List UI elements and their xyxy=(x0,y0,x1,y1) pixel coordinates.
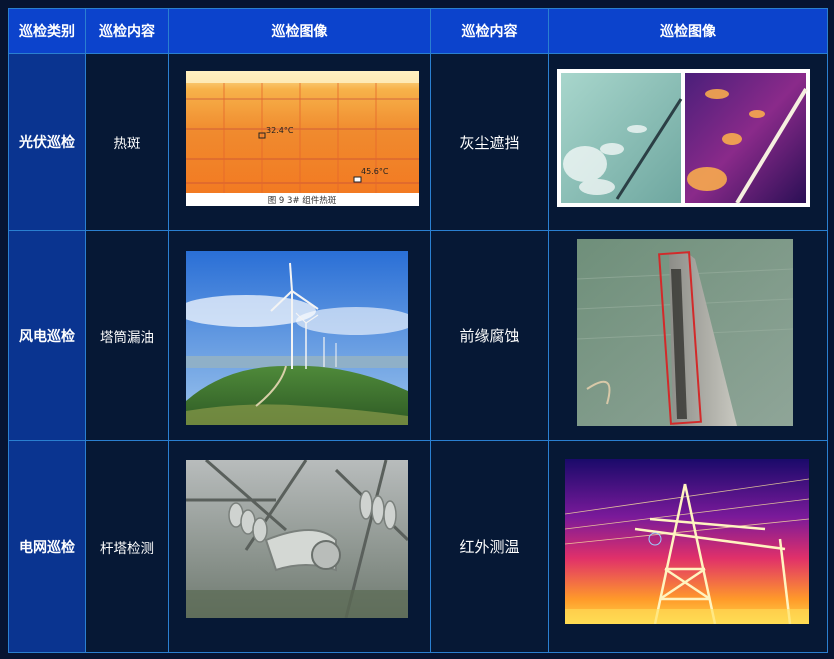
content-tower-oil-leak: 塔筒漏油 xyxy=(85,230,169,441)
category-grid: 电网巡检 xyxy=(8,440,86,653)
blade-corrosion-image xyxy=(577,239,793,426)
hotspot-temp-label-2: 45.6°C xyxy=(361,167,389,176)
content-infrared-temp: 红外测温 xyxy=(430,440,549,653)
infrared-tower-image xyxy=(565,459,809,624)
dust-comparison-image xyxy=(557,69,810,207)
header-image-left: 巡检图像 xyxy=(168,8,431,54)
header-category: 巡检类别 xyxy=(8,8,86,54)
header-content-left: 巡检内容 xyxy=(85,8,169,54)
hotspot-temp-label-1: 32.4°C xyxy=(266,126,294,135)
category-pv: 光伏巡检 xyxy=(8,53,86,231)
thermal-panel-image: 32.4°C 45.6°C 图 9 3# 组件热斑 xyxy=(186,71,419,206)
content-dust: 灰尘遮挡 xyxy=(430,53,549,231)
tower-insulator-image xyxy=(186,460,408,618)
header-content-right: 巡检内容 xyxy=(430,8,549,54)
content-tower-inspection: 杆塔检测 xyxy=(85,440,169,653)
content-leading-edge-corrosion: 前缘腐蚀 xyxy=(430,230,549,441)
content-hotspot: 热斑 xyxy=(85,53,169,231)
inspection-table: 巡检类别 巡检内容 巡检图像 巡检内容 巡检图像 光伏巡检 热斑 灰尘遮挡 风电… xyxy=(8,8,828,653)
header-image-right: 巡检图像 xyxy=(548,8,828,54)
wind-farm-image xyxy=(186,251,408,425)
figure-caption: 图 9 3# 组件热斑 xyxy=(268,195,337,206)
category-wind: 风电巡检 xyxy=(8,230,86,441)
